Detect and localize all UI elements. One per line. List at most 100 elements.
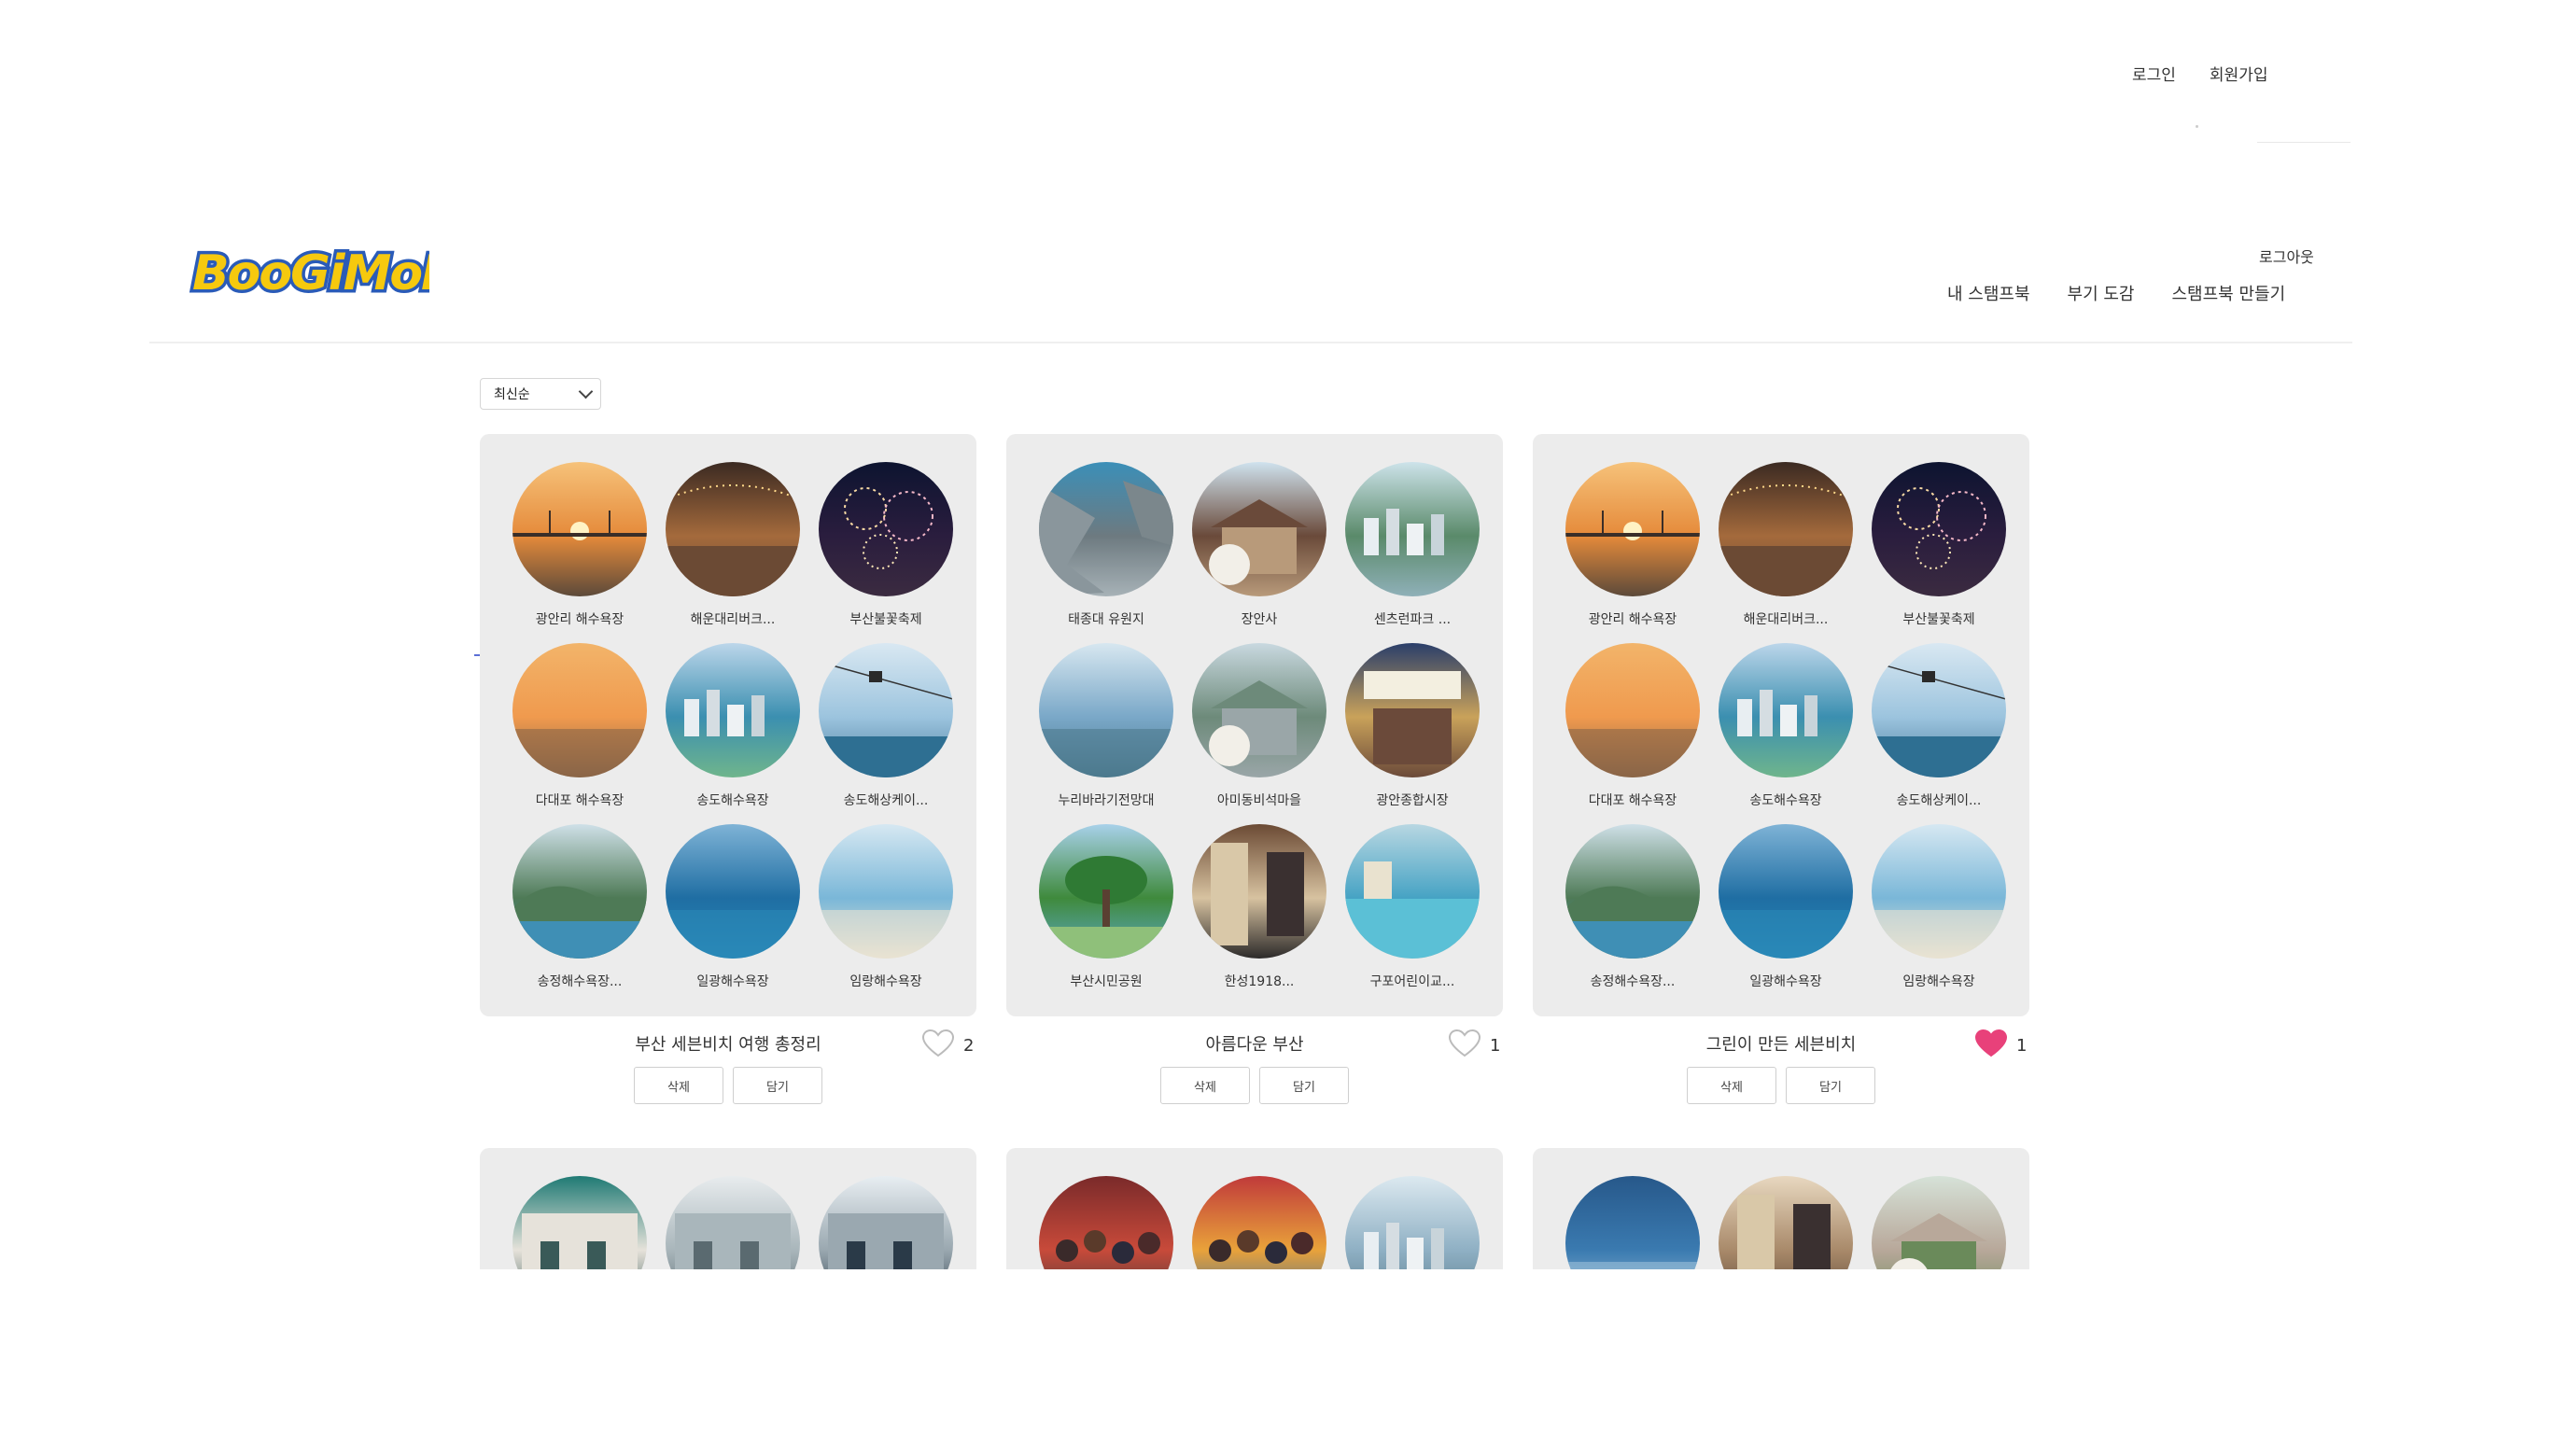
stamp-item[interactable]: 장안사 [1189, 462, 1329, 643]
stamp-item[interactable] [663, 1176, 803, 1269]
stamp-item[interactable]: 다대포 해수욕장 [1563, 643, 1703, 824]
like-button[interactable]: 1 [1974, 1029, 2027, 1062]
stamp-photo [1039, 824, 1173, 959]
stamp-item[interactable]: 광안리 해수욕장 [1563, 462, 1703, 643]
card-actions: 삭제 담기 [1006, 1067, 1503, 1104]
stamp-item[interactable] [510, 1176, 650, 1269]
stamp-photo [512, 824, 647, 959]
stampbook-title[interactable]: 그린이 만든 세븐비치 [1533, 1031, 2029, 1056]
like-count: 1 [1490, 1036, 1501, 1056]
stamp-photo [512, 462, 647, 596]
stamp-photo [1872, 462, 2006, 596]
stamp-item[interactable]: 부산불꽃축제 [1869, 462, 2009, 643]
stamp-photo [1872, 824, 2006, 959]
stampbook-card[interactable] [480, 1148, 976, 1269]
nav-boogi-dex[interactable]: 부기 도감 [2068, 281, 2135, 305]
logout-link[interactable]: 로그아웃 [2259, 245, 2314, 267]
stamp-photo [1719, 643, 1853, 777]
nav-create-stampbook[interactable]: 스탬프북 만들기 [2172, 281, 2286, 305]
nav-my-stampbook[interactable]: 내 스탬프북 [1947, 281, 2030, 305]
stamp-photo [1719, 824, 1853, 959]
delete-button[interactable]: 삭제 [634, 1067, 723, 1104]
stamp-label: 일광해수욕장 [1749, 974, 1822, 989]
stamp-grid [1006, 1148, 1503, 1269]
stamp-item[interactable]: 부산불꽃축제 [816, 462, 956, 643]
stamp-photo [1872, 1176, 2006, 1269]
stamp-item[interactable]: 센츠런파크 ... [1342, 462, 1482, 643]
main-nav: 내 스탬프북 부기 도감 스탬프북 만들기 [1947, 281, 2285, 305]
stamp-item[interactable]: 임랑해수욕장 [816, 824, 956, 1005]
stamp-item[interactable]: 구포어린이교... [1342, 824, 1482, 1005]
stamp-item[interactable] [1563, 1176, 1703, 1269]
stampbook-card[interactable]: 태종대 유원지 장안사 센츠런파크 ... 누리바라기전망대 아미동비석마을 광… [1006, 434, 1503, 1016]
stamp-item[interactable]: 송정해수욕장... [1563, 824, 1703, 1005]
save-button[interactable]: 담기 [1786, 1067, 1875, 1104]
stamp-label: 다대포 해수욕장 [535, 793, 624, 808]
stamp-photo [1565, 1176, 1700, 1269]
stampbook-title[interactable]: 아름다운 부산 [1006, 1031, 1503, 1056]
stamp-item[interactable]: 해운대리버크... [1716, 462, 1856, 643]
stamp-item[interactable]: 송도해상케이... [816, 643, 956, 824]
like-button[interactable]: 1 [1448, 1029, 1501, 1062]
divider-dot [2196, 125, 2198, 128]
stamp-item[interactable]: 태종대 유원지 [1036, 462, 1176, 643]
heart-filled-icon [1974, 1029, 2008, 1062]
delete-button[interactable]: 삭제 [1687, 1067, 1776, 1104]
save-button[interactable]: 담기 [733, 1067, 822, 1104]
stamp-item[interactable]: 일광해수욕장 [1716, 824, 1856, 1005]
stamp-item[interactable]: 송도해수욕장 [663, 643, 803, 824]
stamp-grid [480, 1148, 976, 1269]
save-button[interactable]: 담기 [1259, 1067, 1349, 1104]
stamp-label: 임랑해수욕장 [849, 974, 922, 989]
login-link[interactable]: 로그인 [2132, 62, 2176, 85]
stampbook-meta: 아름다운 부산 1 삭제 담기 [1006, 1029, 1503, 1104]
stamp-photo [819, 824, 953, 959]
delete-button[interactable]: 삭제 [1160, 1067, 1250, 1104]
card-actions: 삭제 담기 [1533, 1067, 2029, 1104]
stamp-label: 센츠런파크 ... [1373, 612, 1452, 627]
stampbook-card[interactable]: 광안리 해수욕장 해운대리버크... 부산불꽃축제 다대포 해수욕장 송도해수욕… [480, 434, 976, 1016]
sort-select[interactable]: 최신순 [480, 378, 601, 410]
stamp-item[interactable] [1342, 1176, 1482, 1269]
stamp-item[interactable] [1869, 1176, 2009, 1269]
stampbook-card[interactable] [1006, 1148, 1503, 1269]
svg-text:BooGiMoN: BooGiMoN [192, 245, 429, 301]
stampbook-card[interactable] [1533, 1148, 2029, 1269]
stamp-item[interactable]: 아미동비석마을 [1189, 643, 1329, 824]
stamp-item[interactable] [1716, 1176, 1856, 1269]
stamp-photo [1192, 824, 1326, 959]
stamp-item[interactable]: 부산시민공원 [1036, 824, 1176, 1005]
stamp-item[interactable] [1036, 1176, 1176, 1269]
stamp-label: 아미동비석마을 [1216, 793, 1302, 808]
stamp-item[interactable]: 송정해수욕장... [510, 824, 650, 1005]
stamp-item[interactable]: 해운대리버크... [663, 462, 803, 643]
stamp-item[interactable]: 다대포 해수욕장 [510, 643, 650, 824]
stamp-photo [819, 462, 953, 596]
stamp-item[interactable]: 광안리 해수욕장 [510, 462, 650, 643]
stamp-item[interactable]: 송도해상케이... [1869, 643, 2009, 824]
stamp-item[interactable]: 한성1918... [1189, 824, 1329, 1005]
stamp-photo [1192, 643, 1326, 777]
stamp-grid: 광안리 해수욕장 해운대리버크... 부산불꽃축제 다대포 해수욕장 송도해수욕… [480, 434, 976, 1005]
stamp-label: 한성1918... [1224, 974, 1295, 989]
like-button[interactable]: 2 [921, 1029, 974, 1062]
stamp-grid: 태종대 유원지 장안사 센츠런파크 ... 누리바라기전망대 아미동비석마을 광… [1006, 434, 1503, 1005]
stamp-item[interactable]: 송도해수욕장 [1716, 643, 1856, 824]
stamp-item[interactable]: 일광해수욕장 [663, 824, 803, 1005]
stamp-item[interactable]: 임랑해수욕장 [1869, 824, 2009, 1005]
stamp-item[interactable] [1189, 1176, 1329, 1269]
stamp-photo [1345, 1176, 1480, 1269]
heart-outline-icon [1448, 1029, 1481, 1062]
divider [2257, 142, 2351, 143]
stampbook-card[interactable]: 광안리 해수욕장 해운대리버크... 부산불꽃축제 다대포 해수욕장 송도해수욕… [1533, 434, 2029, 1016]
stampbook-title[interactable]: 부산 세븐비치 여행 총정리 [480, 1031, 976, 1056]
stamp-item[interactable]: 광안종합시장 [1342, 643, 1482, 824]
stamp-photo [1039, 643, 1173, 777]
stamp-photo [1039, 462, 1173, 596]
boogimon-logo[interactable]: BooGiMoN [185, 231, 467, 314]
stamp-item[interactable] [816, 1176, 956, 1269]
stamp-item[interactable]: 누리바라기전망대 [1036, 643, 1176, 824]
stamp-label: 장안사 [1241, 612, 1278, 627]
stampbook-meta: 부산 세븐비치 여행 총정리 2 삭제 담기 [480, 1029, 976, 1104]
signup-link[interactable]: 회원가입 [2210, 62, 2268, 85]
